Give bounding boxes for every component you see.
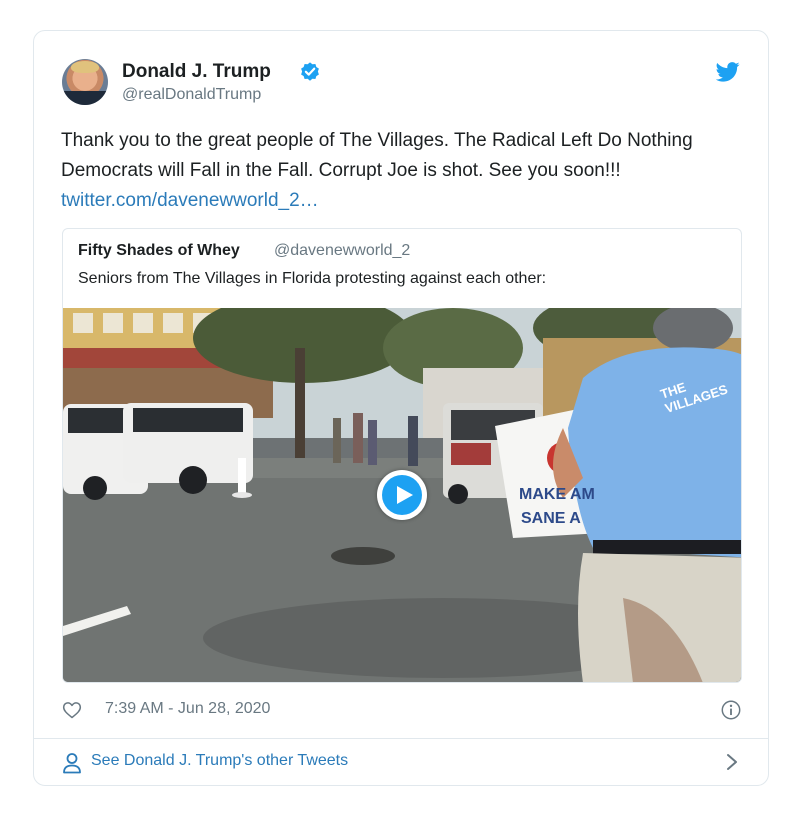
- sign-text-line-1: MAKE AM: [519, 486, 595, 503]
- see-other-tweets-label[interactable]: See Donald J. Trump's other Tweets: [91, 752, 348, 770]
- see-other-tweets-link[interactable]: See Donald J. Trump's other Tweets: [62, 750, 742, 774]
- info-icon[interactable]: [720, 699, 742, 721]
- tweet-text: Thank you to the great people of The Vil…: [61, 126, 751, 216]
- twitter-bird-icon[interactable]: [716, 61, 740, 83]
- avatar[interactable]: [62, 59, 108, 105]
- tweet-meta: 7:39 AM - Jun 28, 2020: [62, 698, 742, 722]
- play-icon: [382, 475, 422, 515]
- avatar-suit: [62, 91, 108, 105]
- tweet-body: Thank you to the great people of The Vil…: [61, 130, 693, 181]
- quoted-text: Seniors from The Villages in Florida pro…: [78, 270, 547, 287]
- heart-icon[interactable]: [62, 700, 82, 720]
- tweet-link[interactable]: twitter.com/davenewworld_2…: [61, 190, 319, 211]
- footer-divider: [34, 738, 768, 739]
- tweet-timestamp[interactable]: 7:39 AM - Jun 28, 2020: [105, 700, 270, 718]
- play-triangle: [397, 486, 413, 504]
- quoted-author-name[interactable]: Fifty Shades of Whey: [78, 242, 240, 260]
- person-icon: [63, 753, 81, 774]
- verified-badge-icon: [301, 62, 319, 81]
- chevron-right-icon[interactable]: [726, 753, 738, 771]
- play-button[interactable]: [377, 470, 427, 520]
- quoted-author-handle[interactable]: @davenewworld_2: [274, 242, 410, 260]
- avatar-hair: [71, 61, 99, 73]
- video-player[interactable]: MAKE AM SANE A THE VILLAGES: [63, 308, 741, 682]
- author-handle[interactable]: @realDonaldTrump: [122, 86, 261, 104]
- quoted-tweet[interactable]: Fifty Shades of Whey @davenewworld_2 Sen…: [62, 228, 742, 683]
- sign-text-line-2: SANE A: [521, 510, 581, 527]
- embedded-tweet-card: Donald J. Trump @realDonaldTrump Thank y…: [33, 30, 769, 786]
- author-name[interactable]: Donald J. Trump: [122, 61, 271, 83]
